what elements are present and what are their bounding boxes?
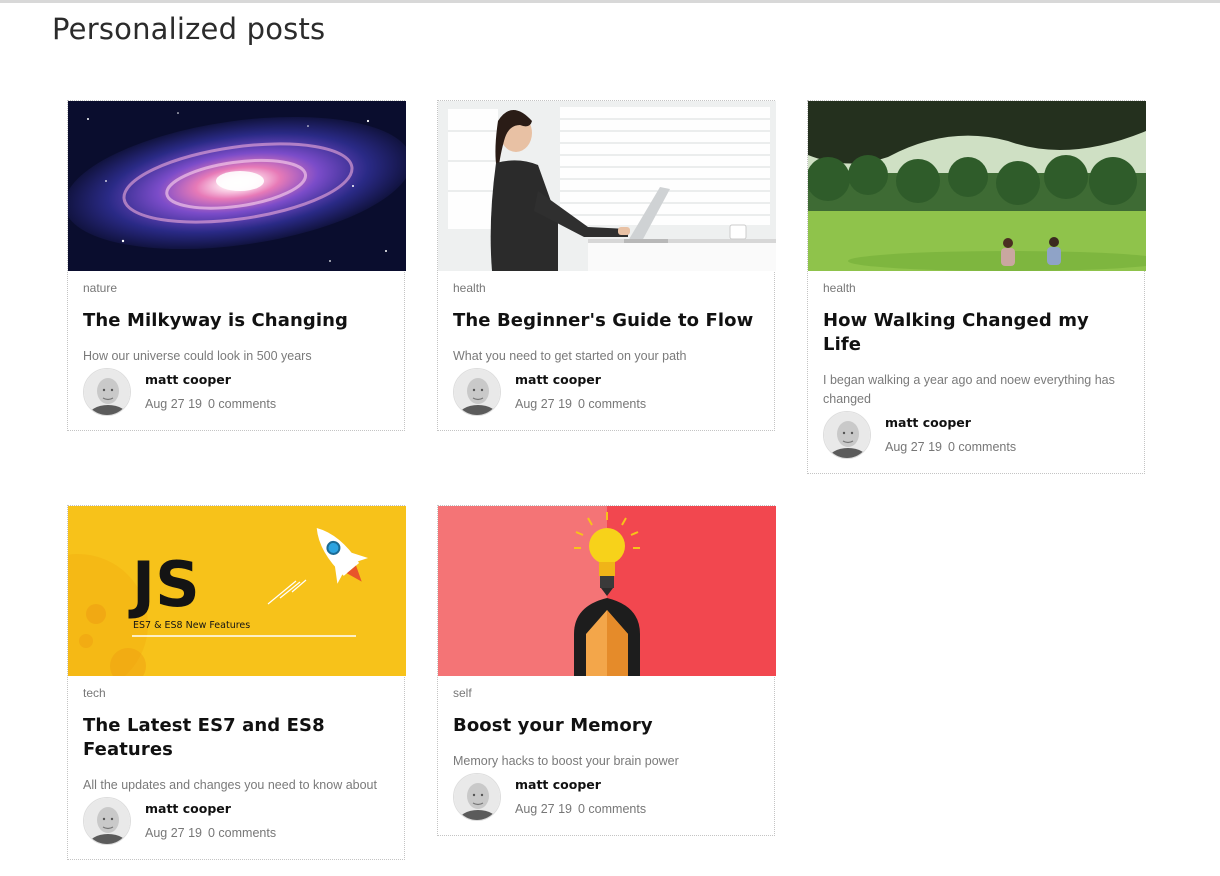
post-image-milky-way[interactable] [68, 101, 406, 271]
post-excerpt: I began walking a year ago and noew ever… [823, 373, 1115, 406]
post-date: Aug 27 19 [515, 397, 572, 411]
post-title[interactable]: The Beginner's Guide to Flow [453, 309, 759, 333]
post-date: Aug 27 19 [515, 802, 572, 816]
post-category[interactable]: tech [83, 686, 389, 700]
js-logo-text: JS [128, 548, 200, 621]
post-date: Aug 27 19 [145, 397, 202, 411]
post-category[interactable]: nature [83, 281, 389, 295]
author-avatar[interactable] [823, 411, 871, 459]
post-meta: matt cooper Aug 27 19 0 comments [453, 368, 759, 416]
author-avatar[interactable] [453, 368, 501, 416]
post-card[interactable]: JS ES7 & ES8 New Features tech The Lates… [67, 505, 406, 860]
post-card[interactable]: health How Walking Changed my Life I beg… [807, 100, 1146, 474]
post-title[interactable]: The Latest ES7 and ES8 Features [83, 714, 389, 762]
comments-count[interactable]: 0 comments [578, 802, 646, 816]
comments-count[interactable]: 0 comments [208, 826, 276, 840]
author-name[interactable]: matt cooper [145, 372, 276, 388]
post-excerpt: What you need to get started on your pat… [453, 349, 687, 363]
author-name[interactable]: matt cooper [885, 415, 1016, 431]
post-meta: matt cooper Aug 27 19 0 comments [83, 368, 389, 416]
post-image-lightbulb-pencil[interactable] [438, 506, 776, 676]
comments-count[interactable]: 0 comments [208, 397, 276, 411]
post-meta: matt cooper Aug 27 19 0 comments [453, 773, 759, 821]
comments-count[interactable]: 0 comments [578, 397, 646, 411]
post-image-woman-at-laptop[interactable] [438, 101, 776, 271]
page-title: Personalized posts [52, 12, 326, 46]
post-excerpt: All the updates and changes you need to … [83, 778, 377, 792]
post-meta: matt cooper Aug 27 19 0 comments [823, 411, 1129, 459]
post-title[interactable]: How Walking Changed my Life [823, 309, 1129, 357]
author-name[interactable]: matt cooper [515, 777, 646, 793]
post-category[interactable]: self [453, 686, 759, 700]
post-title[interactable]: Boost your Memory [453, 714, 759, 738]
author-avatar[interactable] [83, 368, 131, 416]
post-title[interactable]: The Milkyway is Changing [83, 309, 389, 333]
post-date: Aug 27 19 [145, 826, 202, 840]
post-excerpt: Memory hacks to boost your brain power [453, 754, 679, 768]
post-category[interactable]: health [453, 281, 759, 295]
author-name[interactable]: matt cooper [145, 801, 276, 817]
author-name[interactable]: matt cooper [515, 372, 646, 388]
post-excerpt: How our universe could look in 500 years [83, 349, 312, 363]
post-image-js-rocket-banner[interactable]: JS ES7 & ES8 New Features [68, 506, 406, 676]
author-avatar[interactable] [453, 773, 501, 821]
top-divider [0, 0, 1220, 3]
post-card[interactable]: self Boost your Memory Memory hacks to b… [437, 505, 776, 836]
js-banner-subtitle: ES7 & ES8 New Features [133, 620, 250, 631]
post-date: Aug 27 19 [885, 440, 942, 454]
comments-count[interactable]: 0 comments [948, 440, 1016, 454]
post-card[interactable]: health The Beginner's Guide to Flow What… [437, 100, 776, 431]
post-category[interactable]: health [823, 281, 1129, 295]
post-card[interactable]: nature The Milkyway is Changing How our … [67, 100, 406, 431]
post-meta: matt cooper Aug 27 19 0 comments [83, 797, 389, 845]
post-image-park-walk[interactable] [808, 101, 1146, 271]
author-avatar[interactable] [83, 797, 131, 845]
